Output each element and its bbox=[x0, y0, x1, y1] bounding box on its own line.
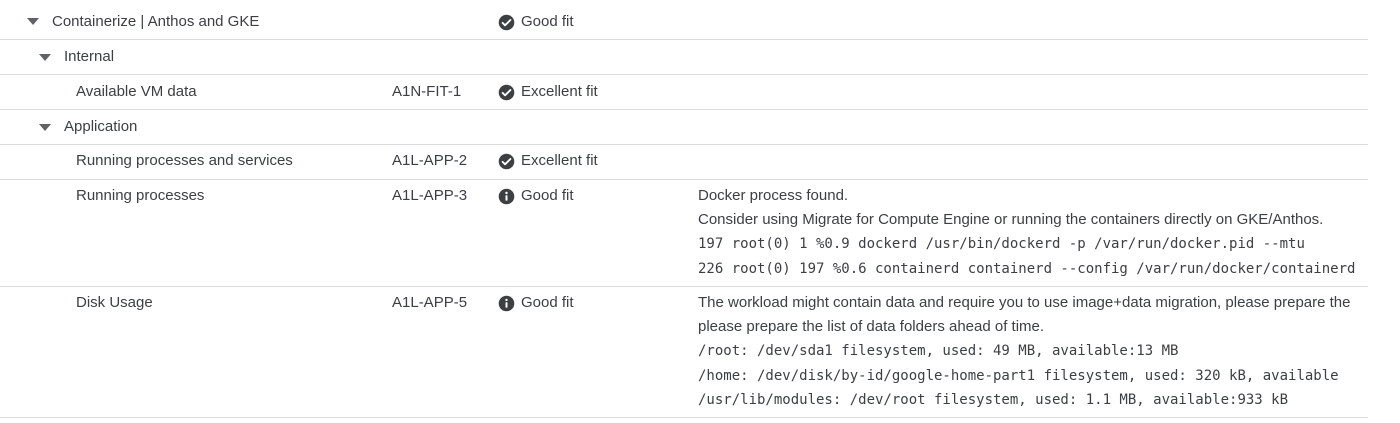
collapse-toggle-icon[interactable] bbox=[27, 18, 39, 25]
details-text: please prepare the list of data folders … bbox=[698, 318, 1045, 335]
status-badge: Good fit bbox=[498, 291, 574, 315]
details-code-line: /root: /dev/sda1 filesystem, used: 49 MB… bbox=[698, 343, 1179, 359]
check-code: A1L-APP-3 bbox=[392, 187, 468, 204]
status-label: Excellent fit bbox=[521, 152, 598, 169]
details-code-line: 197 root(0) 1 %0.9 dockerd /usr/bin/dock… bbox=[698, 236, 1305, 252]
row-name: Disk Usage bbox=[76, 294, 153, 311]
check-code: A1L-APP-2 bbox=[392, 152, 468, 169]
info-icon bbox=[498, 295, 515, 311]
row-name: Internal bbox=[64, 48, 115, 65]
details-text: Consider using Migrate for Compute Engin… bbox=[698, 211, 1324, 228]
collapse-toggle-icon[interactable] bbox=[39, 54, 51, 61]
details-code-line: 226 root(0) 197 %0.6 containerd containe… bbox=[698, 260, 1356, 277]
collapse-toggle-icon[interactable] bbox=[39, 124, 51, 131]
table-row[interactable]: Running processes and services A1L-APP-2… bbox=[0, 145, 1368, 180]
details-text: Docker process found. bbox=[698, 187, 849, 204]
status-badge: Good fit bbox=[498, 10, 574, 34]
row-name: Running processes bbox=[76, 187, 205, 204]
row-name: Running processes and services bbox=[76, 152, 293, 169]
assessment-table: Containerize | Anthos and GKE Good fit I… bbox=[0, 0, 1400, 423]
details-cell: Docker process found. Consider using Mig… bbox=[698, 184, 1368, 281]
status-badge: Excellent fit bbox=[498, 149, 598, 173]
row-name: Containerize | Anthos and GKE bbox=[52, 13, 260, 30]
check-circle-icon bbox=[498, 153, 515, 169]
check-code: A1L-APP-5 bbox=[392, 294, 468, 311]
status-label: Excellent fit bbox=[521, 83, 598, 100]
row-name: Available VM data bbox=[76, 83, 197, 100]
status-label: Good fit bbox=[521, 13, 574, 30]
details-code-line: /usr/lib/modules: /dev/root filesystem, … bbox=[698, 392, 1289, 408]
status-label: Good fit bbox=[521, 294, 574, 311]
status-badge: Excellent fit bbox=[498, 80, 598, 104]
check-circle-icon bbox=[498, 84, 515, 100]
table-row[interactable]: Internal bbox=[0, 40, 1368, 75]
check-circle-icon bbox=[498, 14, 515, 30]
check-code: A1N-FIT-1 bbox=[392, 83, 462, 100]
table-row[interactable]: Available VM data A1N-FIT-1 Excellent fi… bbox=[0, 75, 1368, 110]
status-label: Good fit bbox=[521, 187, 574, 204]
table-row[interactable]: Disk Usage A1L-APP-5 Good fit The worklo… bbox=[0, 287, 1368, 418]
table-row[interactable]: Running processes A1L-APP-3 Good fit Doc… bbox=[0, 180, 1368, 287]
details-code-line: /home: /dev/disk/by-id/google-home-part1… bbox=[698, 367, 1339, 384]
table-row[interactable]: Application bbox=[0, 110, 1368, 145]
row-name: Application bbox=[64, 118, 138, 135]
row-divider bbox=[0, 417, 1368, 418]
details-cell: The workload might contain data and requ… bbox=[698, 291, 1368, 413]
status-badge: Good fit bbox=[498, 184, 574, 208]
table-row[interactable]: Containerize | Anthos and GKE Good fit bbox=[0, 0, 1368, 40]
info-icon bbox=[498, 188, 515, 204]
details-text: The workload might contain data and requ… bbox=[698, 294, 1351, 311]
